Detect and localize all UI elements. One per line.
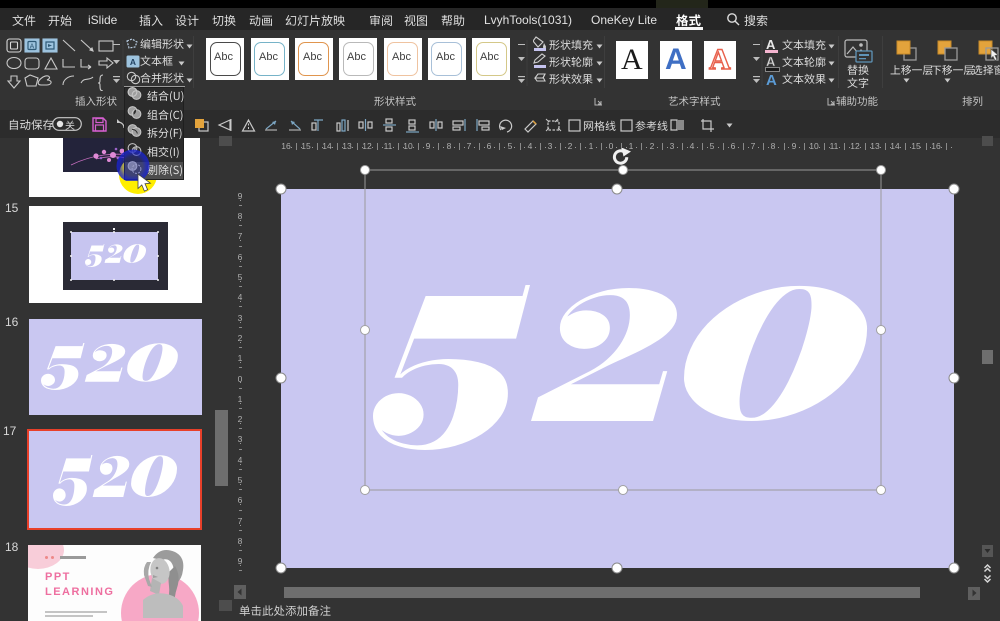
svg-text:A: A — [30, 44, 35, 51]
svg-text:A: A — [130, 57, 136, 67]
